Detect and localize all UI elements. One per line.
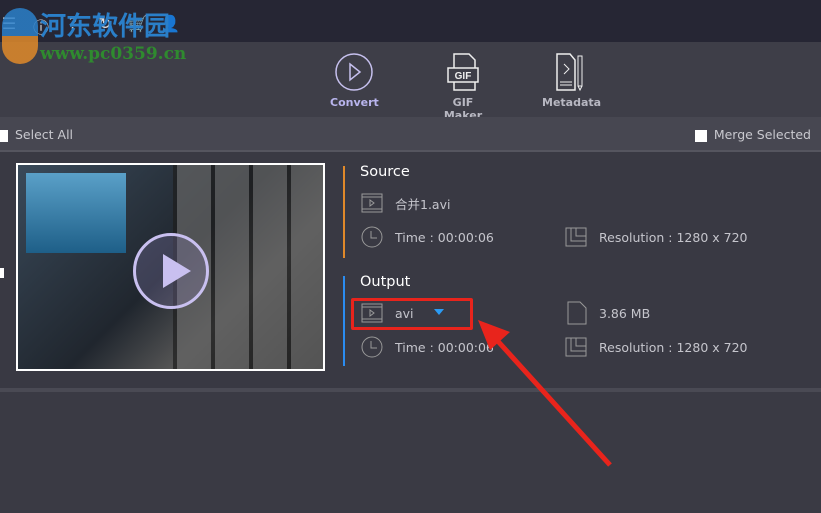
- merge-selected-checkbox[interactable]: Merge Selected: [694, 127, 811, 142]
- metadata-button[interactable]: Metadata: [542, 52, 601, 109]
- gif-file-icon: GIF: [447, 53, 479, 91]
- video-thumbnail[interactable]: [16, 163, 325, 371]
- metadata-file-icon: [556, 53, 583, 92]
- resolution-icon: [565, 227, 587, 247]
- info-icon[interactable]: ⓘ: [32, 14, 50, 37]
- source-file: 合并1.avi: [361, 193, 450, 213]
- item-checkbox[interactable]: [0, 268, 4, 278]
- output-format-dropdown[interactable]: avi: [361, 303, 414, 323]
- cart-icon[interactable]: 🛒: [128, 14, 148, 33]
- menu-icon[interactable]: ☰: [0, 14, 18, 33]
- output-time: Time : 00:00:06: [361, 336, 494, 358]
- select-all-checkbox[interactable]: Select All: [0, 127, 73, 142]
- output-resolution: Resolution : 1280 x 720: [565, 337, 748, 357]
- resolution-icon: [565, 337, 587, 357]
- source-heading: Source: [360, 164, 410, 180]
- clock-icon: [361, 336, 383, 358]
- title-bar: ☰ ⓘ ? ↻ 🛒 👤: [0, 0, 821, 42]
- refresh-icon[interactable]: ↻: [96, 14, 114, 33]
- help-icon[interactable]: ?: [64, 14, 82, 33]
- convert-button[interactable]: Convert: [330, 52, 379, 109]
- play-circle-icon: [335, 53, 373, 91]
- gif-maker-button[interactable]: GIF GIF Maker: [432, 52, 494, 122]
- file-item: Source 合并1.avi Time : 00:00:06 Resolutio…: [0, 152, 821, 392]
- film-icon: [361, 303, 383, 323]
- clock-icon: [361, 226, 383, 248]
- output-size: 3.86 MB: [567, 301, 650, 325]
- toolbar: Convert GIF GIF Maker Metadata: [0, 42, 821, 122]
- source-resolution: Resolution : 1280 x 720: [565, 227, 748, 247]
- chevron-down-icon[interactable]: [434, 309, 444, 315]
- film-icon: [361, 193, 383, 213]
- account-icon[interactable]: 👤: [160, 14, 180, 33]
- selection-bar: Select All Merge Selected: [0, 117, 821, 152]
- source-time: Time : 00:00:06: [361, 226, 494, 248]
- output-accent-bar: [343, 276, 345, 366]
- output-heading: Output: [360, 274, 411, 290]
- svg-text:GIF: GIF: [455, 71, 472, 82]
- file-icon: [567, 301, 587, 325]
- play-icon[interactable]: [133, 233, 209, 309]
- source-accent-bar: [343, 166, 345, 258]
